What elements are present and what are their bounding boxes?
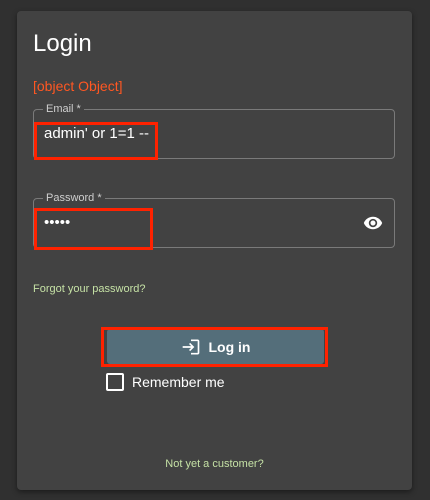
login-card: Login [object Object] Email * admin' or … [17,11,412,490]
login-icon [181,337,201,357]
register-link-container: Not yet a customer? [17,457,412,471]
register-link[interactable]: Not yet a customer? [165,458,263,470]
login-button[interactable]: Log in [107,329,324,364]
remember-me-checkbox[interactable] [106,373,124,391]
email-field[interactable]: Email * admin' or 1=1 -- [33,102,395,159]
password-input[interactable]: ••••• [44,214,70,232]
remember-me[interactable]: Remember me [106,373,225,391]
eye-icon[interactable] [363,213,383,233]
remember-me-label: Remember me [132,374,225,390]
email-input[interactable]: admin' or 1=1 -- [44,125,149,143]
forgot-password-link[interactable]: Forgot your password? [33,282,146,296]
password-field[interactable]: Password * ••••• [33,191,395,248]
error-message: [object Object] [33,78,123,94]
email-label: Email * [43,102,84,116]
page-title: Login [33,30,92,57]
login-button-label: Log in [208,338,251,355]
password-label: Password * [43,191,105,205]
